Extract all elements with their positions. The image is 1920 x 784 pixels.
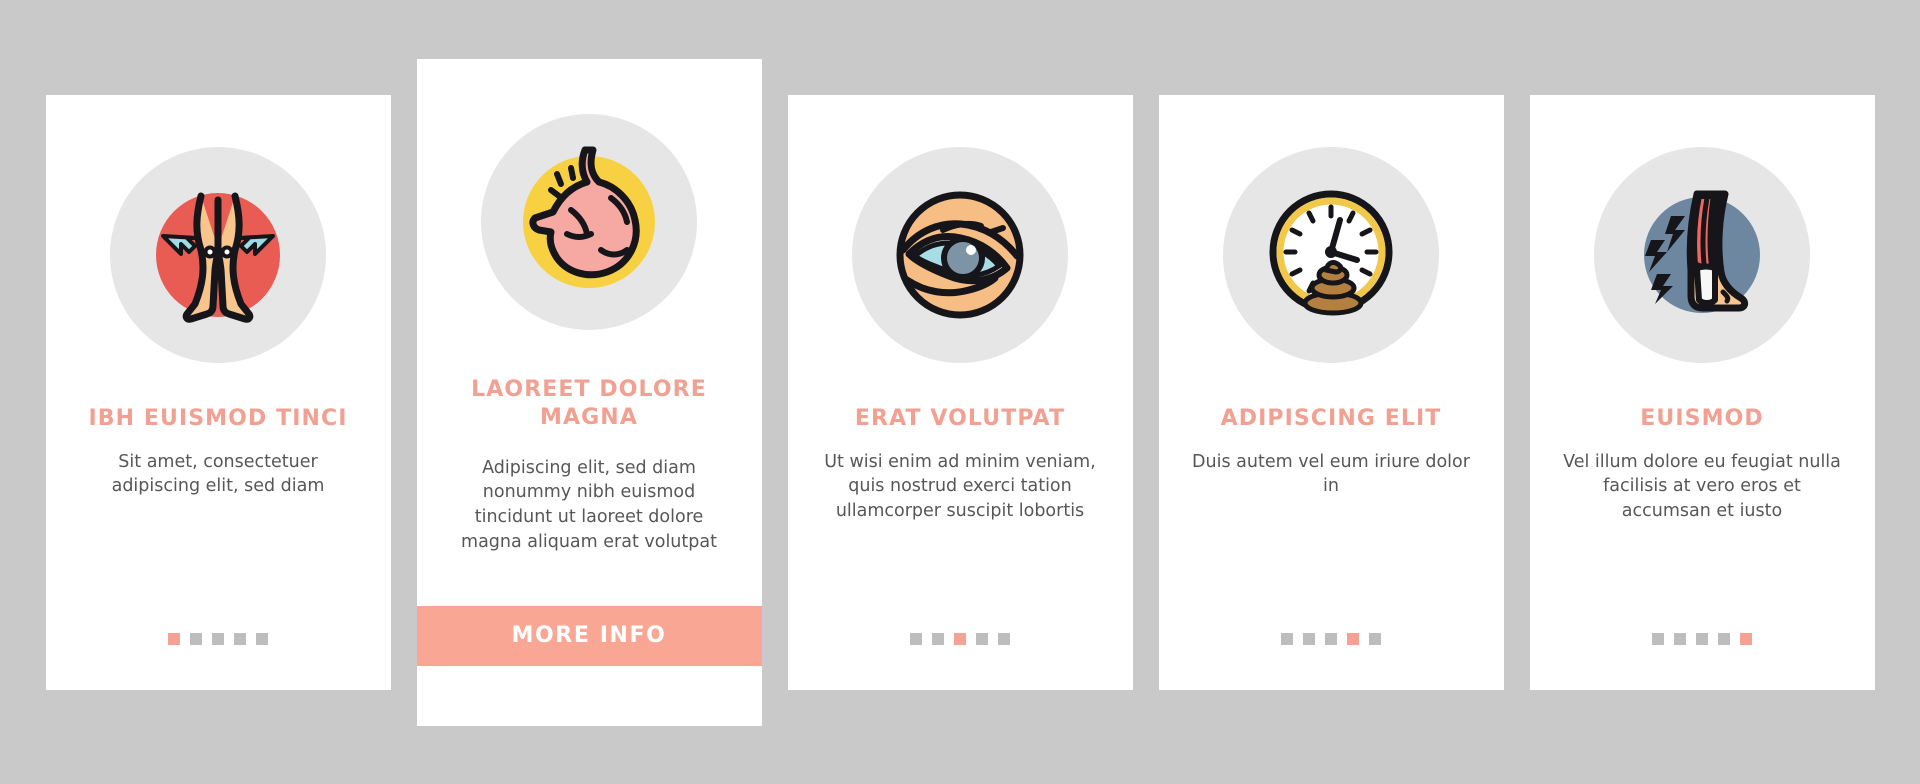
pagination-dot-5[interactable] [256, 632, 268, 645]
icon-circle-5 [1594, 146, 1810, 363]
pagination-dot-2[interactable] [1674, 632, 1686, 645]
icon-circle-2 [481, 113, 697, 330]
pagination-dots-3[interactable] [788, 632, 1133, 645]
card-title-1: IBH EUISMOD TINCI [88, 405, 348, 431]
onboarding-card-row: IBH EUISMOD TINCI Sit amet, consectetuer… [0, 0, 1920, 784]
knee-pain-legs-icon [156, 192, 280, 323]
icon-circle-3 [852, 146, 1068, 363]
pagination-dots-4[interactable] [1159, 632, 1504, 645]
pagination-dot-2[interactable] [932, 632, 944, 645]
icon-circle-1 [110, 146, 326, 363]
onboarding-card-1[interactable]: IBH EUISMOD TINCI Sit amet, consectetuer… [45, 94, 391, 690]
card-title-4: ADIPISCING ELIT [1220, 405, 1442, 431]
card-body-3: Ut wisi enim ad minim veniam, quis nostr… [824, 451, 1096, 521]
card-title-5: EUISMOD [1640, 405, 1764, 431]
pagination-dot-3[interactable] [954, 632, 966, 645]
clock-stool-icon [1269, 190, 1393, 315]
eye-vision-icon [896, 191, 1024, 318]
pagination-dot-3[interactable] [212, 632, 224, 645]
card-body-4: Duis autem vel eum iriure dolor in [1192, 451, 1470, 497]
pagination-dot-1[interactable] [1652, 632, 1664, 645]
card-title-3: ERAT VOLUTPAT [854, 405, 1066, 431]
card-title-2: LAOREET DOLORE MAGNA [471, 376, 707, 430]
pagination-dot-5[interactable] [1740, 632, 1752, 645]
more-info-button[interactable]: MORE INFO [416, 605, 762, 666]
icon-circle-4 [1223, 146, 1439, 363]
pagination-dot-4[interactable] [976, 632, 988, 645]
pagination-dot-2[interactable] [1303, 632, 1315, 645]
card-body-1: Sit amet, consectetuer adipiscing elit, … [111, 451, 325, 497]
pagination-dots-5[interactable] [1530, 632, 1875, 645]
card-body-5: Vel illum dolore eu feugiat nulla facili… [1563, 451, 1841, 521]
pagination-dot-5[interactable] [998, 632, 1010, 645]
pagination-dot-4[interactable] [1347, 632, 1359, 645]
pagination-dot-4[interactable] [234, 632, 246, 645]
pagination-dot-1[interactable] [910, 632, 922, 645]
pagination-dot-3[interactable] [1696, 632, 1708, 645]
card-body-2: Adipiscing elit, sed diam nonummy nibh e… [461, 457, 717, 552]
onboarding-card-3[interactable]: ERAT VOLUTPAT Ut wisi enim ad minim veni… [787, 94, 1133, 690]
pagination-dot-3[interactable] [1325, 632, 1337, 645]
onboarding-card-2[interactable]: LAOREET DOLORE MAGNA Adipiscing elit, se… [416, 58, 762, 726]
pagination-dot-2[interactable] [190, 632, 202, 645]
pagination-dot-1[interactable] [168, 632, 180, 645]
leg-muscle-pain-icon [1644, 190, 1760, 313]
onboarding-card-5[interactable]: EUISMOD Vel illum dolore eu feugiat null… [1529, 94, 1875, 690]
pagination-dot-5[interactable] [1369, 632, 1381, 645]
stomach-pain-icon [523, 146, 655, 288]
pagination-dot-4[interactable] [1718, 632, 1730, 645]
pagination-dots-1[interactable] [46, 632, 391, 645]
onboarding-card-4[interactable]: ADIPISCING ELIT Duis autem vel eum iriur… [1158, 94, 1504, 690]
pagination-dot-1[interactable] [1281, 632, 1293, 645]
